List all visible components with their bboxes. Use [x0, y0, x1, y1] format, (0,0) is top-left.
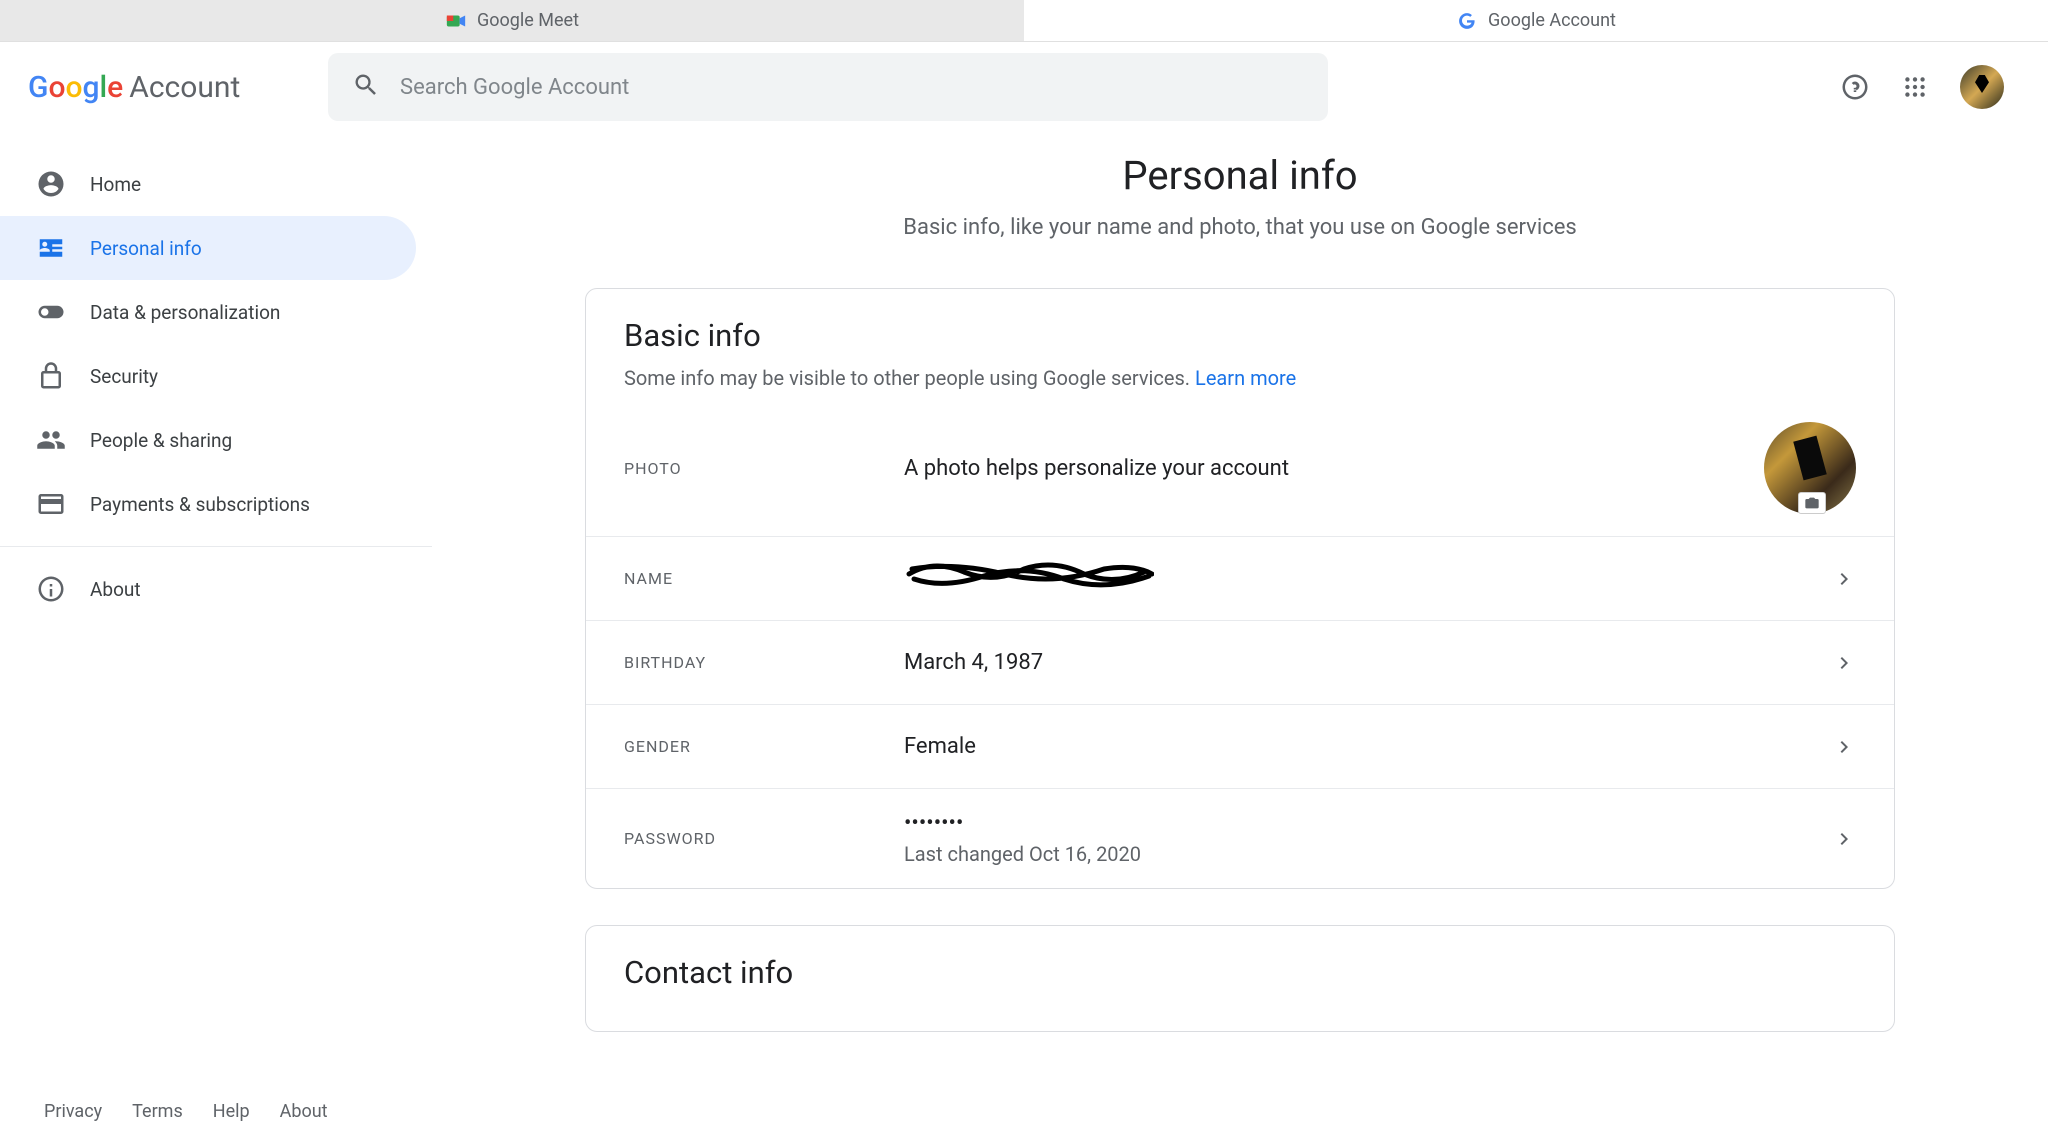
row-name[interactable]: NAME	[586, 537, 1894, 621]
chevron-right-icon	[1832, 567, 1856, 591]
row-label: PHOTO	[624, 459, 904, 478]
sidebar-item-label: People & sharing	[90, 429, 232, 452]
sidebar-item-label: Payments & subscriptions	[90, 493, 310, 516]
learn-more-link[interactable]: Learn more	[1195, 366, 1296, 390]
basic-info-card: Basic info Some info may be visible to o…	[585, 288, 1895, 889]
profile-photo-container[interactable]	[1764, 422, 1856, 514]
row-password[interactable]: PASSWORD •••••••• Last changed Oct 16, 2…	[586, 789, 1894, 888]
row-birthday[interactable]: BIRTHDAY March 4, 1987	[586, 621, 1894, 705]
search-input[interactable]	[400, 75, 1304, 100]
sidebar-item-label: Home	[90, 173, 141, 196]
footer-terms[interactable]: Terms	[132, 1101, 183, 1122]
apps-grid-icon[interactable]	[1900, 72, 1930, 102]
chevron-right-icon	[1832, 651, 1856, 675]
google-logo: Google	[28, 70, 123, 105]
page-subtitle: Basic info, like your name and photo, th…	[903, 215, 1576, 240]
sidebar-item-about[interactable]: About	[0, 557, 416, 621]
logo-account-text: Account	[129, 70, 240, 105]
sidebar-item-security[interactable]: Security	[0, 344, 416, 408]
card-subtitle: Some info may be visible to other people…	[586, 366, 1894, 390]
browser-tabs: Google Meet Google Account	[0, 0, 2048, 42]
id-card-icon	[36, 233, 66, 263]
logo[interactable]: Google Account	[28, 70, 298, 105]
sidebar: Home Personal info Data & personalizatio…	[0, 132, 432, 1108]
sidebar-item-data-personalization[interactable]: Data & personalization	[0, 280, 416, 344]
row-value: Female	[904, 734, 1832, 759]
sidebar-item-personal-info[interactable]: Personal info	[0, 216, 416, 280]
content-area: Personal info Basic info, like your name…	[432, 132, 2048, 1108]
credit-card-icon	[36, 489, 66, 519]
browser-tab-label: Google Account	[1488, 10, 1616, 31]
info-icon	[36, 574, 66, 604]
row-value: •••••••• Last changed Oct 16, 2020	[904, 811, 1832, 866]
toggle-icon	[36, 297, 66, 327]
row-value: March 4, 1987	[904, 650, 1832, 675]
chevron-right-icon	[1832, 827, 1856, 851]
page-title: Personal info	[1122, 152, 1357, 199]
help-icon[interactable]	[1840, 72, 1870, 102]
sidebar-item-home[interactable]: Home	[0, 152, 416, 216]
browser-tab-meet[interactable]: Google Meet	[0, 0, 1024, 41]
avatar[interactable]	[1960, 65, 2004, 109]
person-circle-icon	[36, 169, 66, 199]
footer-privacy[interactable]: Privacy	[44, 1101, 102, 1122]
main-layout: Home Personal info Data & personalizatio…	[0, 132, 2048, 1108]
footer-help[interactable]: Help	[213, 1101, 250, 1122]
search-icon	[352, 71, 380, 103]
sidebar-item-people-sharing[interactable]: People & sharing	[0, 408, 416, 472]
browser-tab-label: Google Meet	[477, 10, 579, 31]
row-subtext: Last changed Oct 16, 2020	[904, 842, 1832, 866]
browser-tab-account[interactable]: Google Account	[1024, 0, 2048, 41]
card-title: Contact info	[586, 954, 1894, 991]
row-value: A photo helps personalize your account	[904, 456, 1764, 481]
lock-icon	[36, 361, 66, 391]
sidebar-item-label: About	[90, 578, 141, 601]
row-label: BIRTHDAY	[624, 653, 904, 672]
row-gender[interactable]: GENDER Female	[586, 705, 1894, 789]
google-g-icon	[1456, 10, 1478, 32]
row-label: PASSWORD	[624, 829, 904, 848]
footer: Privacy Terms Help About	[0, 1081, 372, 1142]
sidebar-item-label: Security	[90, 365, 158, 388]
meet-icon	[445, 10, 467, 32]
card-title: Basic info	[586, 317, 1894, 354]
sidebar-item-payments-subscriptions[interactable]: Payments & subscriptions	[0, 472, 416, 536]
sidebar-item-label: Personal info	[90, 237, 202, 260]
chevron-right-icon	[1832, 735, 1856, 759]
header: Google Account	[0, 42, 2048, 132]
row-photo[interactable]: PHOTO A photo helps personalize your acc…	[586, 400, 1894, 537]
row-label: GENDER	[624, 737, 904, 756]
redacted-scribble	[904, 564, 1154, 588]
contact-info-card: Contact info	[585, 925, 1895, 1032]
header-actions	[1840, 65, 2020, 109]
row-value-redacted	[904, 564, 1832, 594]
sidebar-item-label: Data & personalization	[90, 301, 280, 324]
camera-icon	[1798, 492, 1826, 514]
footer-about[interactable]: About	[280, 1101, 328, 1122]
row-label: NAME	[624, 569, 904, 588]
people-icon	[36, 425, 66, 455]
search-bar[interactable]	[328, 53, 1328, 121]
sidebar-divider	[0, 546, 432, 547]
